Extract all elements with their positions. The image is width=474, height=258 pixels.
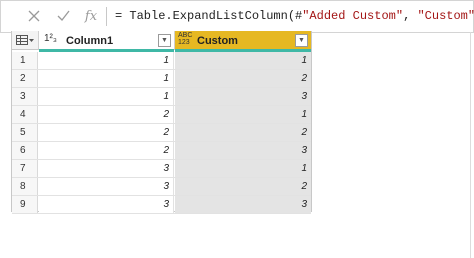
table-row[interactable]: 6 2 3 (12, 142, 311, 160)
row-index[interactable]: 2 (12, 70, 38, 87)
column-header-custom[interactable]: ABC 123 Custom ▼ (175, 31, 311, 49)
cell-column1[interactable]: 2 (39, 106, 174, 123)
table-row[interactable]: 4 2 1 (12, 106, 311, 124)
cell-column1[interactable]: 3 (39, 196, 174, 213)
cell-column1[interactable]: 1 (39, 70, 174, 87)
cell-column1[interactable]: 1 (39, 88, 174, 105)
row-index[interactable]: 1 (12, 52, 38, 69)
cell-custom[interactable]: 3 (175, 196, 311, 213)
header-row: 1²₃ Column1 ▼ ABC 123 Custom ▼ (12, 31, 311, 50)
row-index[interactable]: 8 (12, 178, 38, 195)
formula-input[interactable]: = Table.ExpandListColumn(#"Added Custom"… (115, 9, 474, 23)
formula-prefix: = Table.ExpandListColumn(# (115, 9, 303, 23)
formula-arg1: "Added Custom" (302, 9, 404, 23)
row-index[interactable]: 6 (12, 142, 38, 159)
data-grid: 1²₃ Column1 ▼ ABC 123 Custom ▼ 1 1 1 2 1… (11, 31, 312, 214)
row-index[interactable]: 5 (12, 124, 38, 141)
cell-custom[interactable]: 3 (175, 88, 311, 105)
table-row[interactable]: 3 1 3 (12, 88, 311, 106)
row-index[interactable]: 3 (12, 88, 38, 105)
formula-arg2: "Custom" (417, 9, 474, 23)
formula-bar: fx = Table.ExpandListColumn(#"Added Cust… (0, 0, 474, 33)
cancel-x-icon[interactable] (23, 6, 45, 26)
filter-dropdown-icon[interactable]: ▼ (158, 34, 171, 47)
formula-separator (106, 7, 107, 26)
cell-column1[interactable]: 3 (39, 160, 174, 177)
cell-custom[interactable]: 2 (175, 178, 311, 195)
cell-custom[interactable]: 1 (175, 106, 311, 123)
table-row[interactable]: 7 3 1 (12, 160, 311, 178)
table-row[interactable]: 8 3 2 (12, 178, 311, 196)
whole-number-type-icon[interactable]: 1²₃ (44, 33, 57, 44)
table-row[interactable]: 9 3 3 (12, 196, 311, 214)
column-name: Column1 (66, 35, 114, 47)
cell-custom[interactable]: 1 (175, 160, 311, 177)
vertical-scrollbar[interactable] (470, 32, 471, 258)
table-row[interactable]: 5 2 2 (12, 124, 311, 142)
table-menu-icon[interactable] (12, 31, 39, 49)
cell-column1[interactable]: 3 (39, 178, 174, 195)
commit-check-icon[interactable] (52, 6, 74, 26)
column-header-column1[interactable]: 1²₃ Column1 ▼ (39, 31, 175, 49)
formula-sep: , (403, 9, 418, 23)
cell-column1[interactable]: 2 (39, 124, 174, 141)
filter-dropdown-icon[interactable]: ▼ (295, 34, 308, 47)
table-row[interactable]: 2 1 2 (12, 70, 311, 88)
cell-column1[interactable]: 2 (39, 142, 174, 159)
cell-custom[interactable]: 2 (175, 70, 311, 87)
fx-icon[interactable]: fx (80, 6, 102, 26)
row-index[interactable]: 7 (12, 160, 38, 177)
cell-custom[interactable]: 2 (175, 124, 311, 141)
row-index[interactable]: 4 (12, 106, 38, 123)
column-name: Custom (197, 35, 238, 47)
table-row[interactable]: 1 1 1 (12, 52, 311, 70)
cell-column1[interactable]: 1 (39, 52, 174, 69)
cell-custom[interactable]: 1 (175, 52, 311, 69)
cell-custom[interactable]: 3 (175, 142, 311, 159)
any-type-icon[interactable]: ABC 123 (178, 32, 192, 46)
row-index[interactable]: 9 (12, 196, 38, 213)
